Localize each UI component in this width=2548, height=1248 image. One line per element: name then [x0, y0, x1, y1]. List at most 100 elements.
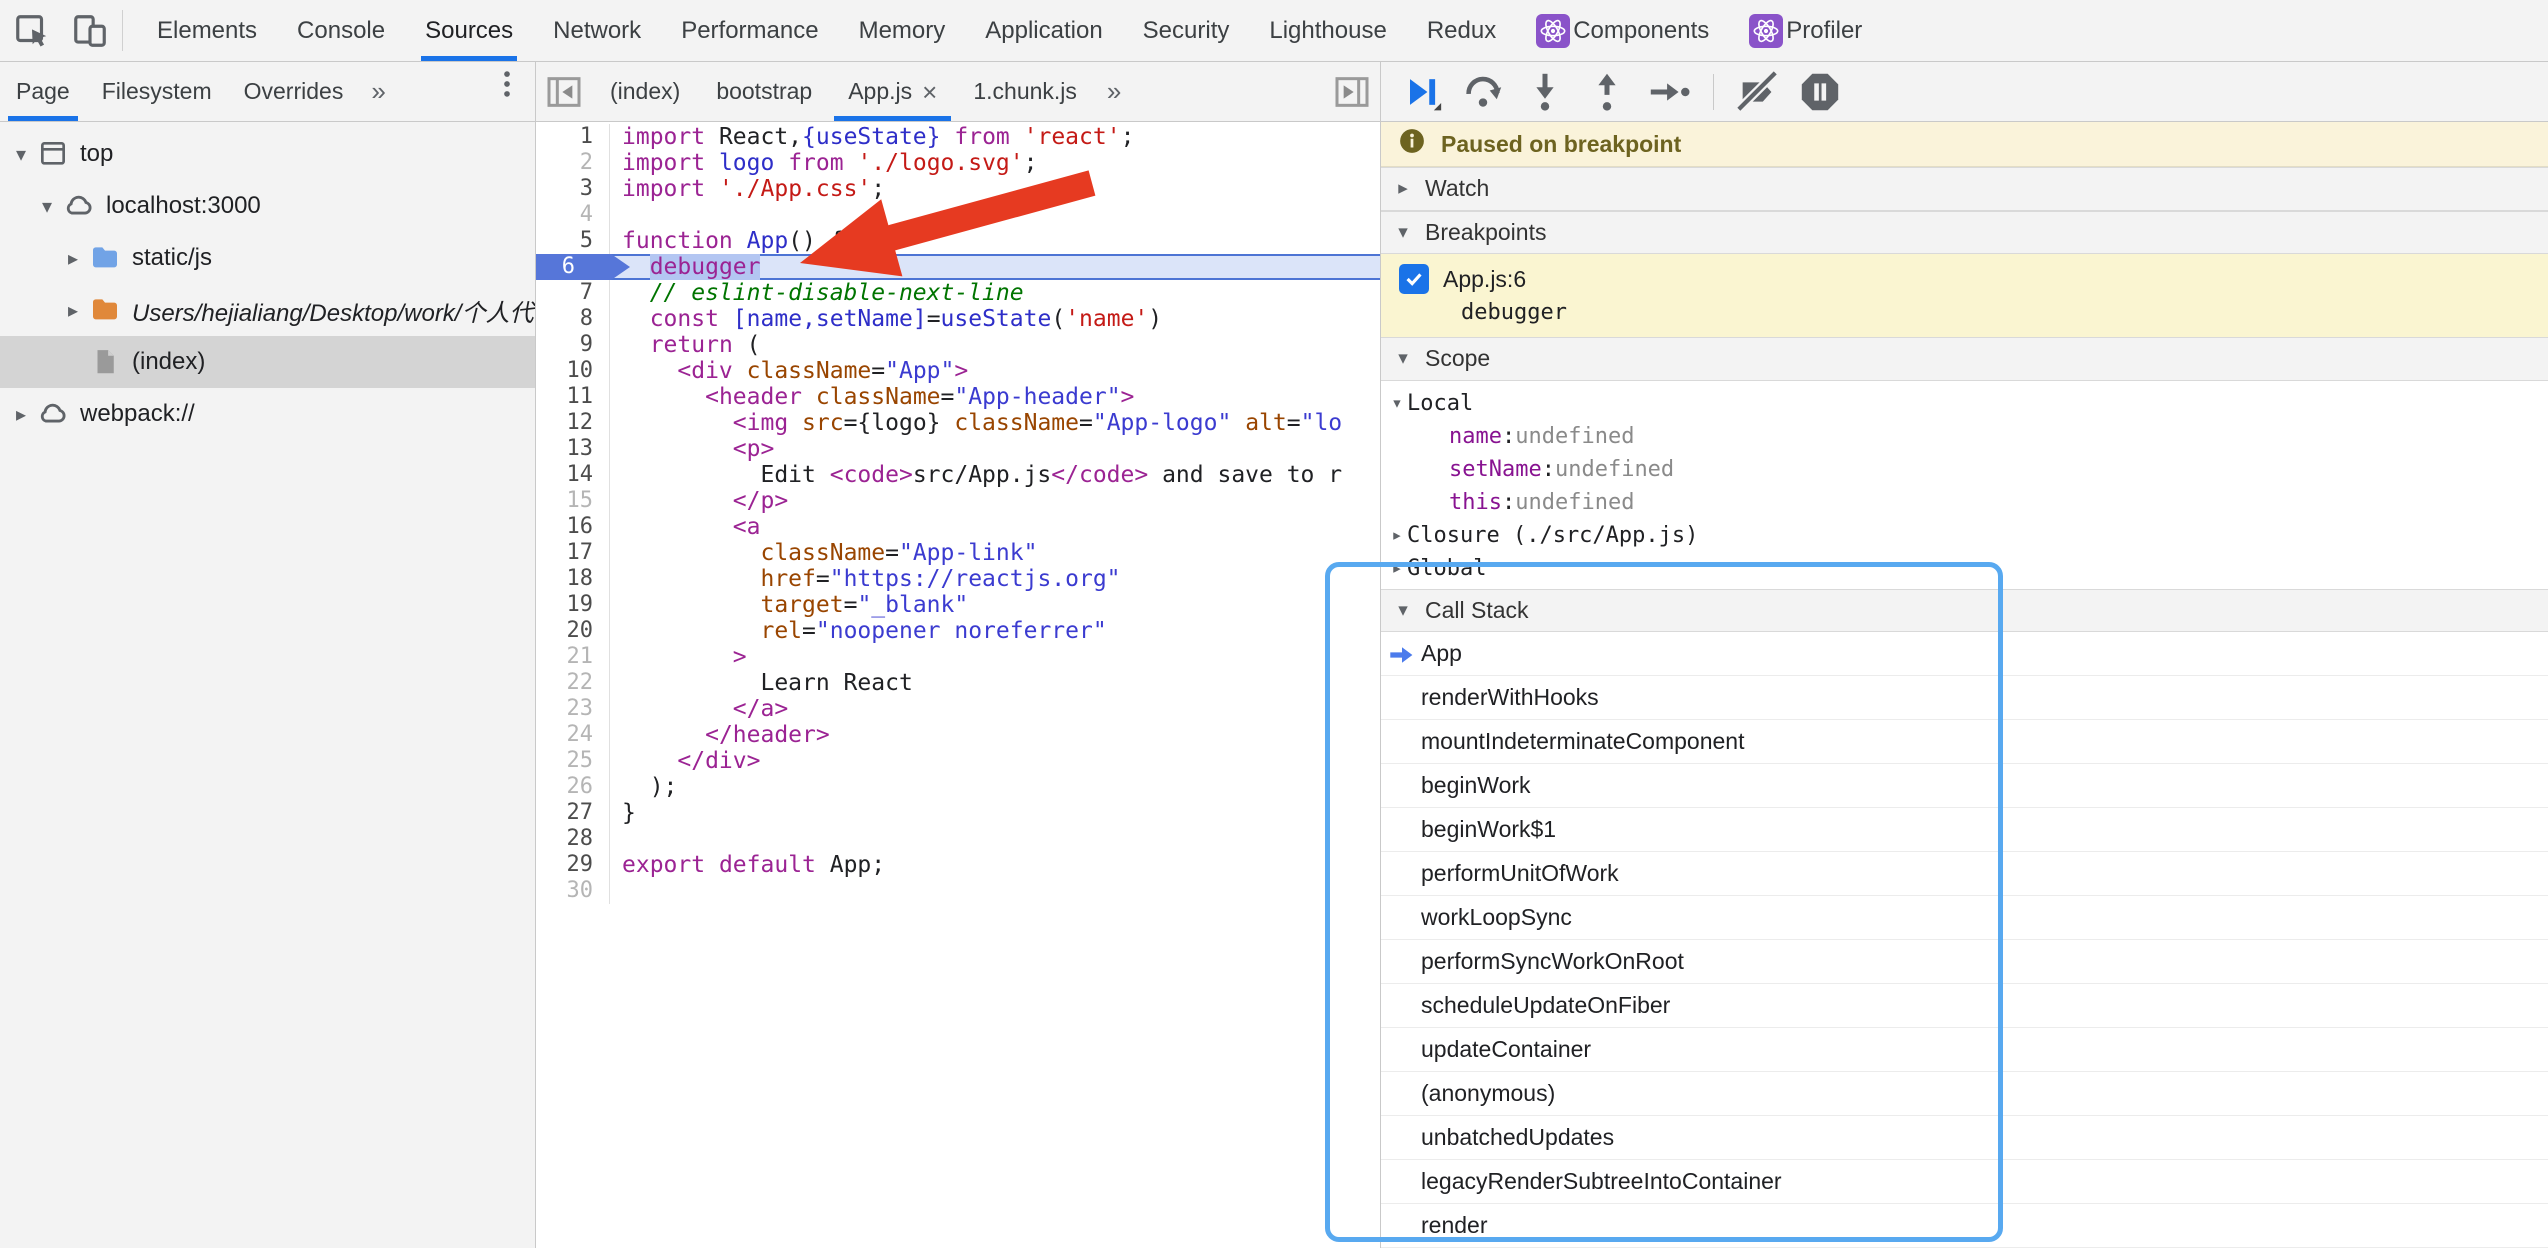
navigator-tab-overrides[interactable]: Overrides — [228, 62, 360, 121]
breakpoint-checkbox[interactable] — [1399, 264, 1429, 294]
callstack-frame-beginwork-1[interactable]: beginWork$1 — [1381, 808, 2548, 852]
callstack-frame-workloopsync[interactable]: workLoopSync — [1381, 896, 2548, 940]
line-number[interactable]: 9 — [536, 332, 610, 358]
scope-entry-name[interactable]: name: undefined — [1381, 420, 2548, 453]
chevron-down-icon[interactable]: ▾ — [34, 194, 60, 219]
line-number[interactable]: 13 — [536, 436, 610, 462]
tree-item-static-js[interactable]: ▸static/js — [0, 232, 535, 284]
tab-security[interactable]: Security — [1123, 0, 1250, 61]
callstack-section-header[interactable]: ▾ Call Stack — [1381, 589, 2548, 632]
callstack-frame-renderwithhooks[interactable]: renderWithHooks — [1381, 676, 2548, 720]
tree-item-webpack[interactable]: ▸webpack:// — [0, 388, 535, 440]
line-number[interactable]: 27 — [536, 800, 610, 826]
overflow-menu-icon[interactable] — [485, 62, 529, 106]
chevron-right-icon[interactable]: ▸ — [8, 402, 34, 427]
scope-closure[interactable]: ▸ Closure (./src/App.js) — [1381, 519, 2548, 552]
scope-local[interactable]: ▾ Local — [1381, 387, 2548, 420]
line-number[interactable]: 17 — [536, 540, 610, 566]
callstack-frame-app[interactable]: App — [1381, 632, 2548, 676]
line-number[interactable]: 3 — [536, 176, 610, 202]
file-tab-bootstrap[interactable]: bootstrap — [698, 62, 830, 121]
line-number[interactable]: 26 — [536, 774, 610, 800]
callstack-frame-scheduleupdateonfiber[interactable]: scheduleUpdateOnFiber — [1381, 984, 2548, 1028]
more-files-chevron[interactable]: » — [1095, 62, 1133, 121]
tree-item-users-hejialiang-desktop-work[interactable]: ▸Users/hejialiang/Desktop/work/个人代码 — [0, 284, 535, 336]
line-number[interactable]: 7 — [536, 280, 610, 306]
tree-item-index[interactable]: (index) — [0, 336, 535, 388]
line-number[interactable]: 24 — [536, 722, 610, 748]
line-number[interactable]: 21 — [536, 644, 610, 670]
step-over-button[interactable] — [1457, 68, 1509, 116]
tab-lighthouse[interactable]: Lighthouse — [1249, 0, 1406, 61]
tab-profiler[interactable]: Profiler — [1729, 0, 1882, 61]
tab-network[interactable]: Network — [533, 0, 661, 61]
line-number[interactable]: 10 — [536, 358, 610, 384]
collapse-navigator-icon[interactable] — [536, 62, 592, 121]
scope-section-header[interactable]: ▾ Scope — [1381, 337, 2548, 380]
line-number[interactable]: 16 — [536, 514, 610, 540]
line-number[interactable]: 28 — [536, 826, 610, 852]
tab-elements[interactable]: Elements — [137, 0, 277, 61]
line-number[interactable]: 18 — [536, 566, 610, 592]
scope-global[interactable]: ▸ Global — [1381, 552, 2548, 585]
chevron-down-icon[interactable]: ▾ — [8, 142, 34, 167]
tab-sources[interactable]: Sources — [405, 0, 533, 61]
pause-on-exceptions-button[interactable] — [1794, 68, 1846, 116]
deactivate-breakpoints-button[interactable] — [1732, 68, 1784, 116]
file-tab-1-chunk-js[interactable]: 1.chunk.js — [955, 62, 1095, 121]
device-toolbar-icon[interactable] — [68, 9, 112, 53]
line-number[interactable]: 25 — [536, 748, 610, 774]
code-editor[interactable]: 1import React,{useState} from 'react';2i… — [536, 122, 1381, 1248]
line-number[interactable]: 29 — [536, 852, 610, 878]
file-tab-app-js[interactable]: App.js× — [830, 62, 955, 121]
line-number[interactable]: 15 — [536, 488, 610, 514]
callstack-frame-performunitofwork[interactable]: performUnitOfWork — [1381, 852, 2548, 896]
tab-components[interactable]: Components — [1516, 0, 1729, 61]
line-number[interactable]: 5 — [536, 228, 610, 254]
line-number[interactable]: 14 — [536, 462, 610, 488]
callstack-frame-mountindeterminatecomponent[interactable]: mountIndeterminateComponent — [1381, 720, 2548, 764]
step-into-button[interactable] — [1519, 68, 1571, 116]
tab-redux[interactable]: Redux — [1407, 0, 1516, 61]
line-number[interactable]: 23 — [536, 696, 610, 722]
chevron-right-icon[interactable]: ▸ — [60, 246, 86, 271]
line-number[interactable]: 19 — [536, 592, 610, 618]
callstack-frame-render[interactable]: render — [1381, 1204, 2548, 1248]
watch-section-header[interactable]: ▸ Watch — [1381, 167, 2548, 210]
line-number[interactable]: 8 — [536, 306, 610, 332]
show-debugger-panel-icon[interactable] — [1324, 62, 1380, 121]
inspect-element-icon[interactable] — [10, 9, 54, 53]
breakpoints-section-header[interactable]: ▾ Breakpoints — [1381, 211, 2548, 254]
line-number[interactable]: 20 — [536, 618, 610, 644]
line-number[interactable]: 4 — [536, 202, 610, 228]
tab-performance[interactable]: Performance — [661, 0, 838, 61]
scope-entry-this[interactable]: this: undefined — [1381, 486, 2548, 519]
more-tabs-chevron[interactable]: » — [359, 62, 397, 121]
callstack-frame-unbatchedupdates[interactable]: unbatchedUpdates — [1381, 1116, 2548, 1160]
file-tab-index[interactable]: (index) — [592, 62, 698, 121]
line-number[interactable]: 22 — [536, 670, 610, 696]
tab-application[interactable]: Application — [965, 0, 1122, 61]
callstack-frame-performsyncworkonroot[interactable]: performSyncWorkOnRoot — [1381, 940, 2548, 984]
resume-button[interactable] — [1395, 68, 1447, 116]
navigator-tab-page[interactable]: Page — [0, 62, 86, 121]
close-tab-icon[interactable]: × — [922, 79, 937, 105]
line-number[interactable]: 1 — [536, 124, 610, 150]
tree-item-localhost-3000[interactable]: ▾localhost:3000 — [0, 180, 535, 232]
line-number[interactable]: 30 — [536, 878, 610, 904]
step-out-button[interactable] — [1581, 68, 1633, 116]
callstack-frame-beginwork[interactable]: beginWork — [1381, 764, 2548, 808]
tab-memory[interactable]: Memory — [839, 0, 966, 61]
callstack-frame-anonymous[interactable]: (anonymous) — [1381, 1072, 2548, 1116]
line-number[interactable]: 11 — [536, 384, 610, 410]
step-button[interactable] — [1643, 68, 1695, 116]
tree-item-top[interactable]: ▾top — [0, 128, 535, 180]
line-number[interactable]: 2 — [536, 150, 610, 176]
callstack-frame-legacyrendersubtreeintocontainer[interactable]: legacyRenderSubtreeIntoContainer — [1381, 1160, 2548, 1204]
callstack-frame-updatecontainer[interactable]: updateContainer — [1381, 1028, 2548, 1072]
breakpoint-entry[interactable]: App.js:6 debugger — [1381, 254, 2548, 337]
navigator-tab-filesystem[interactable]: Filesystem — [86, 62, 228, 121]
line-number[interactable]: 12 — [536, 410, 610, 436]
line-number[interactable]: 6 — [536, 254, 610, 280]
tab-console[interactable]: Console — [277, 0, 405, 61]
